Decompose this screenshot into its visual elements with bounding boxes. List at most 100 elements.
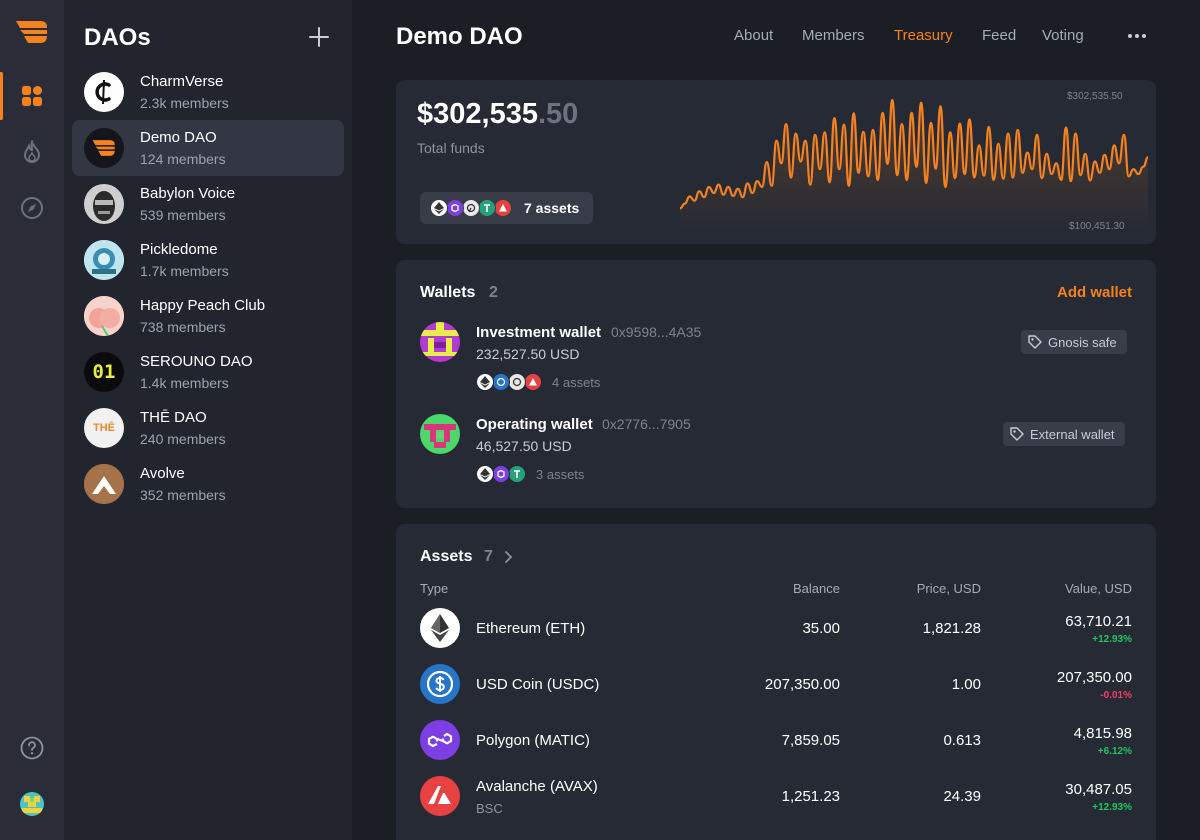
investment-wallet-assets: 4 assets [552, 375, 601, 390]
gnosis-safe-tag: Gnosis safe [1021, 330, 1127, 354]
dao-members: 2.3k members [140, 95, 229, 111]
happy-peach-club-logo-icon [84, 296, 124, 336]
tab-about[interactable]: About [734, 27, 773, 44]
total-funds-integer: $302,535 [417, 98, 538, 130]
chart-min-label: $100,451.30 [1069, 221, 1125, 232]
polygon-mini-icon [492, 465, 510, 483]
tab-voting[interactable]: Voting [1042, 27, 1084, 44]
dao-item-avolve[interactable]: Avolve 352 members [72, 456, 344, 512]
add-wallet-button[interactable]: Add wallet [1057, 284, 1132, 301]
tab-members[interactable]: Members [802, 27, 865, 44]
avalanche-icon [420, 776, 460, 816]
wallets-title: Wallets [420, 284, 476, 301]
tag-icon [1028, 335, 1042, 349]
active-indicator [0, 72, 3, 120]
asset-balance: 207,350.00 [764, 676, 840, 693]
asset-change: +12.93% [1092, 634, 1132, 645]
column-price: Price, USD [916, 581, 981, 596]
add-dao-icon[interactable] [306, 24, 332, 50]
tab-treasury[interactable]: Treasury [894, 27, 953, 44]
asset-name: USD Coin (USDC) [476, 676, 600, 693]
compass-icon[interactable] [19, 195, 45, 221]
total-funds-label: Total funds [417, 140, 485, 156]
serouno-logo-text: 01 [92, 361, 116, 383]
chevron-right-icon[interactable] [503, 550, 513, 569]
assets-card: Assets 7 Type Balance Price, USD Value, … [396, 524, 1156, 840]
flame-icon[interactable] [19, 139, 45, 165]
pickledome-logo-icon [84, 240, 124, 280]
asset-balance: 1,251.23 [781, 788, 840, 805]
assets-count: 7 [484, 548, 493, 565]
help-icon[interactable] [19, 735, 45, 761]
babylon-voice-avatar [84, 184, 124, 224]
investment-wallet-address: 0x9598...4A35 [611, 324, 702, 340]
dao-item-serouno-dao[interactable]: 01 SEROUNO DAO 1.4k members [72, 344, 344, 400]
app-logo-icon[interactable] [14, 18, 50, 51]
usdc-icon [420, 664, 460, 704]
dao-item-happy-peach-club[interactable]: Happy Peach Club 738 members [72, 288, 344, 344]
dao-item-charmverse[interactable]: CharmVerse 2.3k members [72, 64, 344, 120]
wallets-count: 2 [489, 284, 498, 301]
dao-members: 124 members [140, 151, 226, 167]
dao-name: THĒ DAO [140, 409, 207, 426]
polygon-mini-icon [446, 199, 464, 217]
ethereum-mini-icon [476, 465, 494, 483]
tether-mini-icon [478, 199, 496, 217]
dao-name: Babylon Voice [140, 185, 236, 202]
token-mini-icon [462, 199, 480, 217]
treasury-summary-card: $302,535.50 Total funds 7 assets $302,53… [396, 80, 1156, 244]
dao-members: 738 members [140, 319, 226, 335]
icon-rail [0, 0, 64, 840]
asset-balance: 35.00 [802, 620, 840, 637]
dao-name: Demo DAO [140, 129, 217, 146]
asset-price: 24.39 [943, 788, 981, 805]
dao-name: SEROUNO DAO [140, 353, 253, 370]
dao-item-babylon-voice[interactable]: Babylon Voice 539 members [72, 176, 344, 232]
dao-item-pickledome[interactable]: Pickledome 1.7k members [72, 232, 344, 288]
ethereum-icon [420, 608, 460, 648]
dao-members: 1.7k members [140, 263, 229, 279]
daos-grid-icon[interactable] [19, 83, 45, 109]
dao-members: 352 members [140, 487, 226, 503]
dao-name: Pickledome [140, 241, 218, 258]
dao-name: Avolve [140, 465, 185, 482]
funds-chart [680, 98, 1148, 232]
dao-item-the-dao[interactable]: THĒ THĒ DAO 240 members [72, 400, 344, 456]
assets-title: Assets [420, 548, 473, 565]
serouno-logo-icon: 01 [84, 352, 124, 392]
charmverse-logo-icon [84, 72, 124, 112]
column-type: Type [420, 581, 449, 596]
tag-label: External wallet [1030, 426, 1115, 442]
asset-price: 1,821.28 [922, 620, 981, 637]
main-content: Demo DAO About Members Treasury Feed Vot… [352, 0, 1200, 840]
asset-name: Ethereum (ETH) [476, 620, 586, 637]
asset-network: BSC [476, 801, 503, 816]
user-avatar[interactable] [19, 791, 45, 817]
asset-value: 30,487.05 [1065, 781, 1132, 798]
investment-wallet-name[interactable]: Investment wallet [476, 324, 601, 341]
column-value: Value, USD [1065, 581, 1132, 596]
demo-dao-logo-icon [84, 128, 124, 168]
asset-name: Avalanche (AVAX) [476, 778, 598, 795]
tag-icon [1010, 427, 1024, 441]
dao-item-demo-dao[interactable]: Demo DAO 124 members [72, 120, 344, 176]
operating-wallet-address: 0x2776...7905 [602, 416, 691, 432]
dao-name: CharmVerse [140, 73, 224, 90]
dao-sidebar: DAOs CharmVerse 2.3k members Demo DAO 12… [64, 0, 352, 840]
ethereum-mini-icon [430, 199, 448, 217]
operating-wallet-name[interactable]: Operating wallet [476, 416, 593, 433]
tab-feed[interactable]: Feed [982, 27, 1016, 44]
tag-label: Gnosis safe [1048, 334, 1117, 350]
ethereum-mini-icon [476, 373, 494, 391]
avolve-logo-icon [84, 464, 124, 504]
dao-members: 1.4k members [140, 375, 229, 391]
avalanche-mini-icon [494, 199, 512, 217]
asset-price: 1.00 [951, 676, 981, 693]
asset-price: 0.613 [943, 732, 981, 749]
more-options-icon[interactable] [1126, 26, 1148, 46]
assets-pill-button[interactable]: 7 assets [420, 192, 593, 224]
avalanche-mini-icon [524, 373, 542, 391]
wallets-card: Wallets 2 Add wallet Investment wallet 0… [396, 260, 1156, 508]
tether-mini-icon [508, 465, 526, 483]
total-funds-value: $302,535.50 [417, 98, 578, 131]
